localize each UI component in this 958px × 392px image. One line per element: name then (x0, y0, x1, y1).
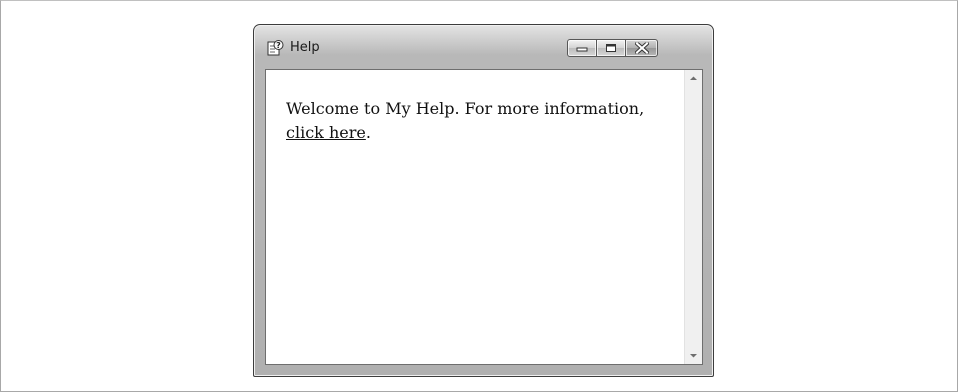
close-button[interactable] (625, 39, 658, 57)
scroll-up-button[interactable] (685, 70, 702, 87)
click-here-link[interactable]: click here (286, 123, 366, 142)
vertical-scrollbar[interactable] (684, 70, 702, 364)
title-bar[interactable]: ? Help (254, 25, 713, 69)
scroll-down-button[interactable] (685, 347, 702, 364)
maximize-icon (606, 44, 616, 52)
svg-text:?: ? (276, 41, 281, 50)
scroll-up-arrow-icon (690, 76, 697, 80)
help-content-pane: Welcome to My Help. For more information… (265, 69, 703, 365)
help-document-icon: ? (267, 40, 284, 56)
period-text: . (365, 123, 371, 142)
minimize-button[interactable] (567, 39, 597, 57)
scroll-down-arrow-icon (690, 354, 697, 358)
maximize-button[interactable] (596, 39, 626, 57)
help-text: Welcome to My Help. For more information… (286, 97, 666, 145)
welcome-text: Welcome to My Help. For more information… (286, 99, 645, 118)
close-icon (634, 42, 649, 54)
help-window: ? Help Welcome to My Help. For more info… (253, 24, 714, 377)
minimize-icon (576, 47, 588, 52)
scroll-track[interactable] (685, 87, 702, 347)
window-title: Help (290, 40, 320, 55)
